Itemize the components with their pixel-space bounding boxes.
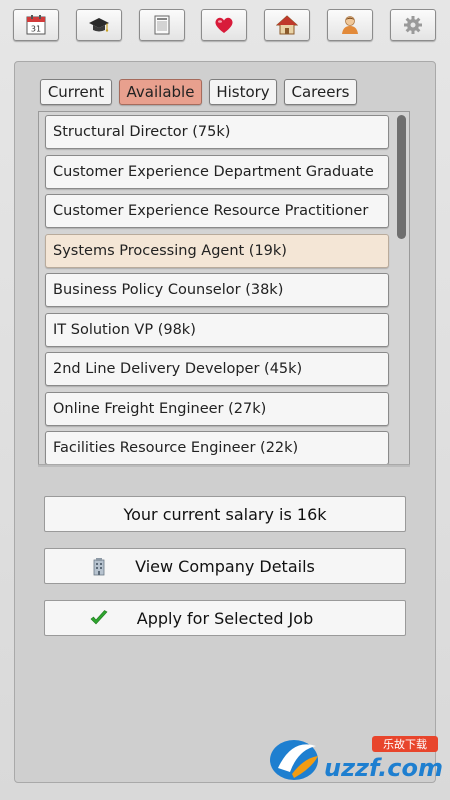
job-list-item[interactable]: Facilities Resource Engineer (22k) [45, 431, 389, 464]
job-list-item[interactable]: Structural Director (75k) [45, 115, 389, 149]
watermark-text: uzzf.com [324, 754, 443, 782]
settings-button[interactable] [390, 9, 436, 41]
education-button[interactable] [76, 9, 122, 41]
checkmark-icon [90, 610, 108, 625]
salary-info: Your current salary is 16k [44, 496, 406, 532]
house-icon [276, 15, 298, 35]
job-list-item[interactable]: Online Freight Engineer (27k) [45, 392, 389, 426]
watermark-tag: 乐故下载 [383, 737, 427, 751]
heart-icon [215, 17, 233, 33]
tab-current[interactable]: Current [40, 79, 112, 105]
apply-job-button[interactable]: Apply for Selected Job [44, 600, 406, 636]
gear-icon [404, 16, 422, 34]
health-button[interactable] [201, 9, 247, 41]
tab-careers[interactable]: Careers [284, 79, 357, 105]
calendar-button[interactable]: 31 [13, 9, 59, 41]
view-company-label: View Company Details [135, 556, 315, 576]
job-list-item-selected[interactable]: Systems Processing Agent (19k) [45, 234, 389, 268]
job-list-item[interactable]: 2nd Line Delivery Developer (45k) [45, 352, 389, 386]
tab-available[interactable]: Available [119, 79, 202, 105]
top-toolbar: 31 [13, 9, 437, 43]
list-divider [38, 464, 410, 467]
salary-text: Your current salary is 16k [123, 504, 327, 524]
apply-job-label: Apply for Selected Job [136, 608, 314, 628]
job-list-scrollbar[interactable] [396, 112, 407, 464]
calendar-day-label: 31 [31, 25, 41, 34]
view-company-button[interactable]: View Company Details [44, 548, 406, 584]
tab-history[interactable]: History [209, 79, 277, 105]
job-list-item[interactable]: Customer Experience Resource Practitione… [45, 194, 389, 228]
job-list-item[interactable]: Customer Experience Department Graduate [45, 155, 389, 189]
newspaper-button[interactable] [139, 9, 185, 41]
building-icon [93, 558, 105, 576]
graduation-cap-icon [89, 18, 109, 32]
home-button[interactable] [264, 9, 310, 41]
person-icon [342, 16, 358, 34]
calendar-icon: 31 [26, 15, 46, 35]
app-screen: 31 Current Available History Careers Str… [0, 0, 450, 800]
job-list[interactable]: Structural Director (75k) Customer Exper… [38, 111, 410, 464]
scrollbar-thumb[interactable] [397, 115, 406, 239]
job-list-item[interactable]: Business Policy Counselor (38k) [45, 273, 389, 307]
job-list-item[interactable]: IT Solution VP (98k) [45, 313, 389, 347]
site-watermark-logo: 乐故下载 uzzf.com [270, 736, 443, 782]
newspaper-icon [154, 15, 170, 35]
profile-button[interactable] [327, 9, 373, 41]
